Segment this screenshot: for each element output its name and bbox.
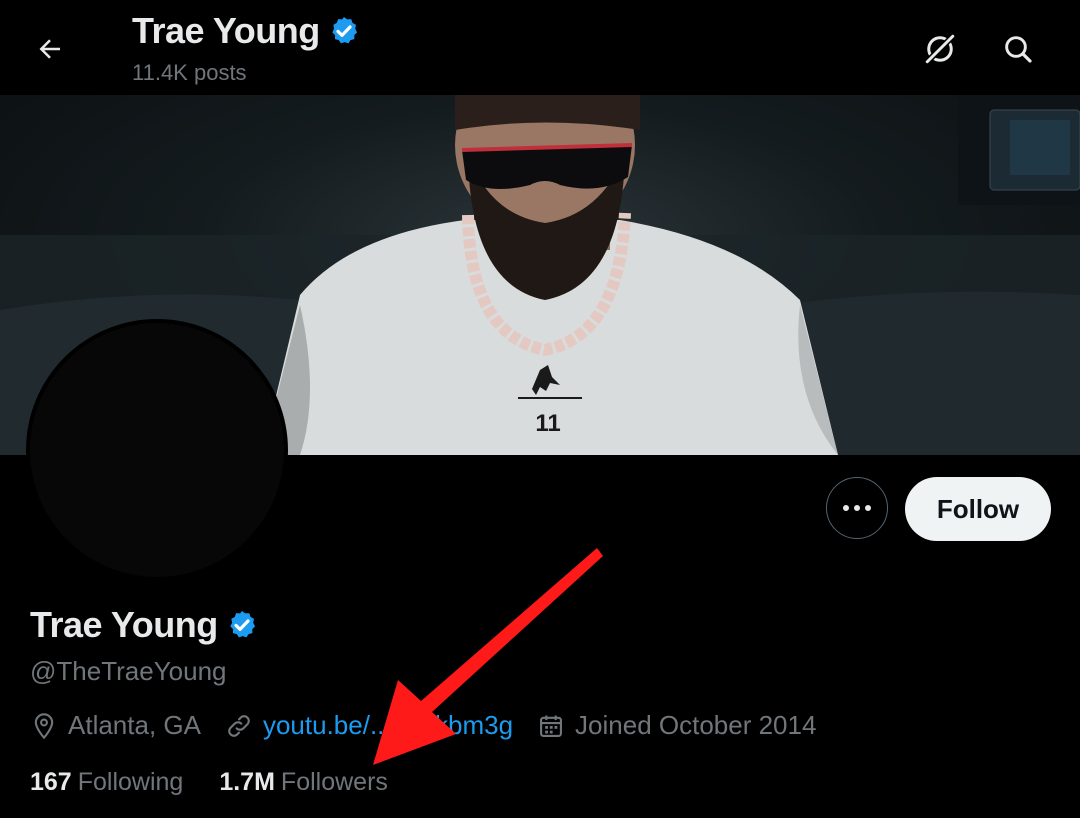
avatar[interactable] bbox=[30, 323, 284, 577]
header-title: Trae Young bbox=[132, 10, 320, 51]
back-button[interactable] bbox=[28, 27, 72, 71]
profile-handle: @TheTraeYoung bbox=[30, 656, 227, 686]
website-item[interactable]: youtu.be/...hn9kbm3g bbox=[225, 710, 513, 741]
more-options-dot bbox=[865, 505, 871, 511]
following-label: Following bbox=[77, 768, 184, 796]
profile-name: Trae Young bbox=[30, 604, 218, 645]
more-options-icon bbox=[843, 505, 849, 511]
more-options-dot bbox=[854, 505, 860, 511]
profile-meta-row: Atlanta, GA youtu.be/...hn9kbm3g Joined … bbox=[30, 710, 840, 741]
joined-item: Joined October 2014 bbox=[537, 710, 816, 741]
profile-name-row: Trae Young bbox=[30, 604, 258, 646]
link-icon bbox=[228, 714, 250, 737]
calendar-icon bbox=[540, 715, 562, 737]
posts-count: 11.4K posts bbox=[132, 60, 247, 85]
follow-button[interactable]: Follow bbox=[905, 477, 1051, 541]
top-bar: Trae Young 11.4K posts bbox=[0, 0, 1080, 95]
profile-stats-row: 167 Following 1.7M Followers bbox=[30, 768, 424, 797]
joined-text: Joined October 2014 bbox=[575, 710, 817, 740]
website-link[interactable]: youtu.be/...hn9kbm3g bbox=[263, 710, 513, 741]
location-item: Atlanta, GA bbox=[30, 710, 201, 741]
more-options-button[interactable] bbox=[826, 477, 888, 539]
following-stat[interactable]: 167 Following bbox=[30, 768, 183, 797]
followers-stat[interactable]: 1.7M Followers bbox=[219, 768, 388, 797]
followers-label: Followers bbox=[280, 768, 388, 796]
grok-icon bbox=[924, 33, 956, 65]
jersey-number: 11 bbox=[535, 410, 560, 437]
verified-badge-icon bbox=[331, 17, 357, 44]
header-title-row: Trae Young bbox=[132, 10, 360, 52]
search-button[interactable] bbox=[995, 26, 1041, 72]
following-count: 167 bbox=[30, 768, 72, 796]
location-pin-icon bbox=[34, 712, 54, 739]
followers-count: 1.7M bbox=[219, 768, 275, 796]
verified-badge-icon[interactable] bbox=[226, 609, 258, 641]
search-icon bbox=[1005, 36, 1032, 63]
location-text: Atlanta, GA bbox=[68, 710, 201, 740]
grok-button[interactable] bbox=[917, 26, 963, 72]
back-arrow-icon bbox=[39, 39, 60, 59]
